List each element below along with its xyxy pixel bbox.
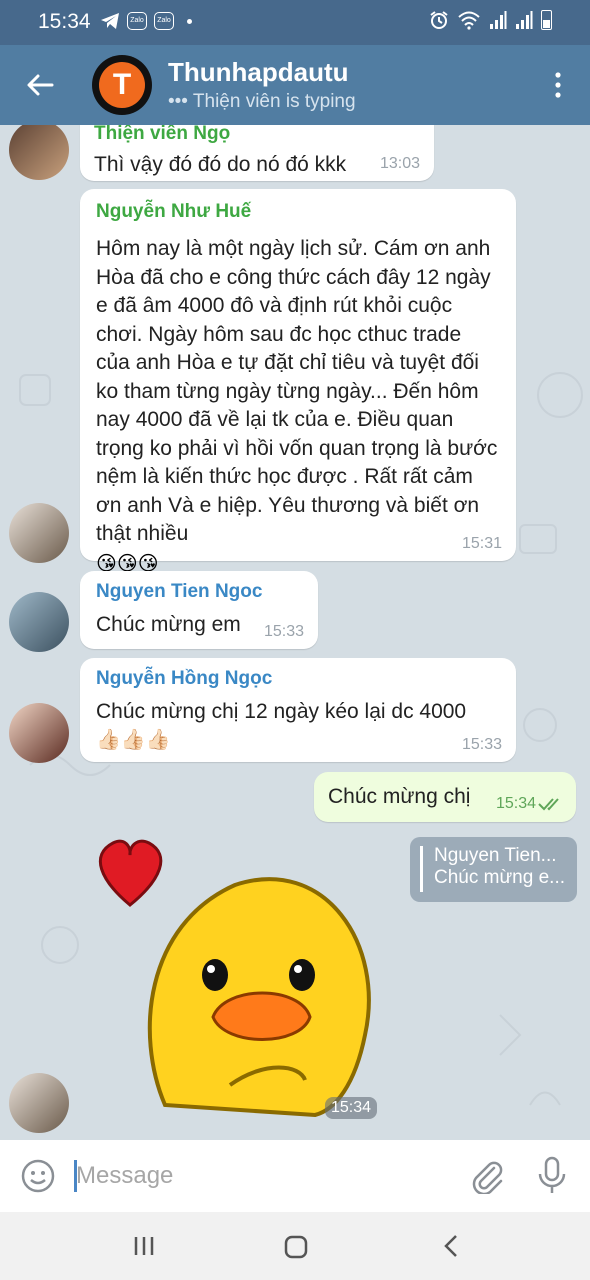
message-time: 15:33 xyxy=(263,623,304,640)
notification-dot xyxy=(187,18,192,24)
back-nav-icon[interactable] xyxy=(440,1234,464,1258)
outgoing-message-bubble[interactable]: Chúc mừng chị 15:34 xyxy=(314,772,576,822)
chat-avatar[interactable]: T xyxy=(92,55,152,115)
avatar[interactable] xyxy=(9,592,69,652)
message-input-bar xyxy=(0,1140,590,1212)
reply-bar xyxy=(420,846,423,892)
zalo-icon: Zalo xyxy=(127,12,147,30)
message-input[interactable] xyxy=(76,1158,456,1194)
message-sender: Nguyễn Hồng Ngọc xyxy=(96,668,273,689)
message-text: Hôm nay là một ngày lịch sử. Cám ơn anh … xyxy=(96,237,498,545)
message-time: 15:33 xyxy=(461,736,502,753)
message-text: Thì vậy đó đó do nó đó kkk xyxy=(94,153,347,176)
message-sender: Thiện viên Ngọ xyxy=(94,125,231,144)
reply-name: Nguyen Tien... xyxy=(434,845,557,866)
signal-icon xyxy=(516,11,533,29)
typing-status: ••• Thiện viên is typing xyxy=(168,91,356,113)
alarm-icon xyxy=(430,11,448,29)
message-sender: Nguyễn Như Huế xyxy=(96,201,252,222)
wifi-icon xyxy=(458,11,480,30)
sticker-time: 15:34 xyxy=(325,1097,378,1119)
chat-title[interactable]: Thunhapdautu xyxy=(168,57,349,88)
reply-preview[interactable]: Nguyen Tien... Chúc mừng e... xyxy=(410,837,577,902)
emoji-icon[interactable] xyxy=(20,1158,56,1194)
home-icon[interactable] xyxy=(283,1234,309,1260)
duck-sticker[interactable] xyxy=(85,835,385,1125)
message-time: 15:34 xyxy=(495,795,536,812)
typing-dots-icon: ••• xyxy=(168,91,188,112)
microphone-icon[interactable] xyxy=(536,1156,568,1196)
message-time: 15:31 xyxy=(461,535,502,552)
message-text: Chúc mừng chị 12 ngày kéo lại dc 4000 xyxy=(96,700,467,723)
status-time: 15:34 xyxy=(38,10,91,33)
heart-icon xyxy=(98,839,163,907)
more-vert-icon[interactable] xyxy=(550,69,566,101)
avatar[interactable] xyxy=(9,1073,69,1133)
system-nav-bar xyxy=(0,1212,590,1280)
double-check-icon xyxy=(538,798,559,811)
reply-text: Chúc mừng e... xyxy=(434,867,565,888)
battery-icon xyxy=(541,10,552,30)
status-right-icons xyxy=(429,10,552,30)
status-left-icons: Zalo Zalo xyxy=(100,12,192,30)
avatar[interactable] xyxy=(9,503,69,563)
message-emoji: 👍🏻👍🏻👍🏻 xyxy=(96,728,171,751)
message-bubble[interactable]: Nguyễn Như Huế Hôm nay là một ngày lịch … xyxy=(80,189,516,575)
avatar[interactable] xyxy=(9,703,69,763)
chat-header: T Thunhapdautu ••• Thiện viên is typing xyxy=(0,45,590,125)
chat-avatar-letter: T xyxy=(99,62,145,108)
telegram-icon xyxy=(101,13,119,29)
message-bubble[interactable]: Thiện viên Ngọ Thì vậy đó đó do nó đó kk… xyxy=(80,125,434,181)
message-bubble[interactable]: Nguyen Tien Ngoc Chúc mừng em 15:33 xyxy=(80,571,318,649)
message-bubble[interactable]: Nguyễn Hồng Ngọc Chúc mừng chị 12 ngày k… xyxy=(80,658,516,762)
message-time: 13:03 xyxy=(379,155,420,172)
status-bar: 15:34 Zalo Zalo xyxy=(0,0,590,45)
attach-icon[interactable] xyxy=(470,1158,504,1194)
signal-icon xyxy=(490,11,507,29)
message-sender: Nguyen Tien Ngoc xyxy=(96,581,263,602)
recent-apps-icon[interactable] xyxy=(132,1234,156,1258)
back-arrow-icon[interactable] xyxy=(24,69,56,101)
zalo-icon: Zalo xyxy=(154,12,174,30)
typing-status-text: Thiện viên is typing xyxy=(192,91,356,112)
chat-area[interactable]: Thiện viên Ngọ Thì vậy đó đó do nó đó kk… xyxy=(0,125,590,1140)
